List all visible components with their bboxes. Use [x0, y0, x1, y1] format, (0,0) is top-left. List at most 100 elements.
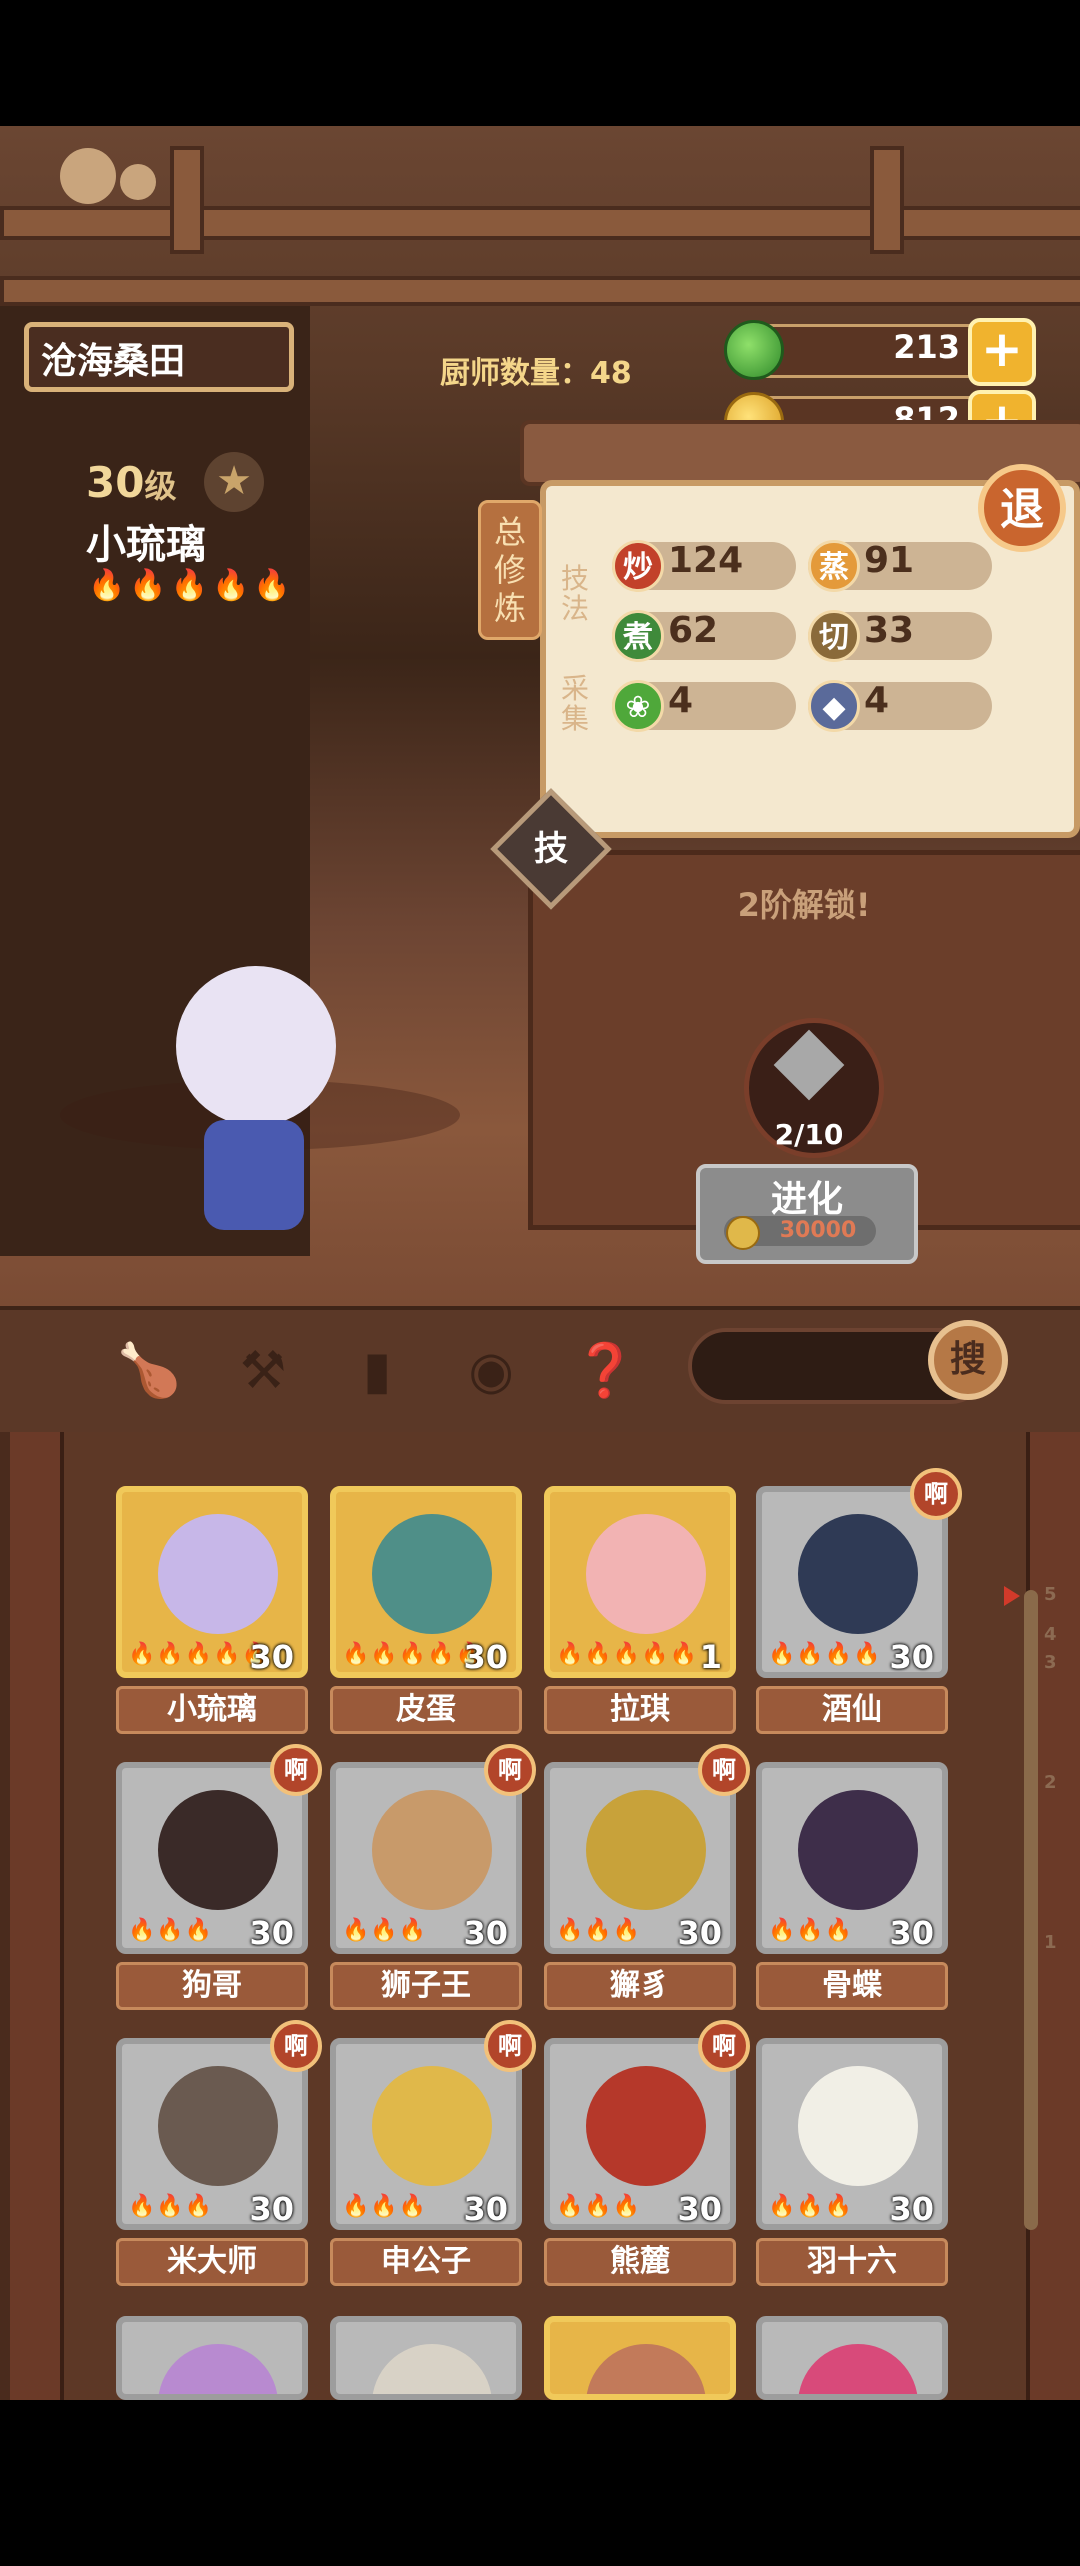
card-portrait-frame: 🔥🔥🔥 30 [756, 1762, 948, 1954]
card-portrait-frame: 🔥🔥🔥🔥🔥 1 [544, 1486, 736, 1678]
chef-card[interactable]: 🔥🔥🔥 30 米大师 啊 [116, 2020, 322, 2288]
meat-filter-icon[interactable]: 🍗 [114, 1336, 184, 1406]
card-level: 30 [463, 2190, 508, 2228]
card-portrait-frame: 🔥🔥🔥 30 [330, 1762, 522, 1954]
jar-filter-icon[interactable]: ▮ [342, 1336, 412, 1406]
card-flames: 🔥🔥🔥 [128, 1918, 214, 1943]
flame-rating: 🔥🔥🔥🔥🔥 [88, 568, 295, 603]
chef-portrait [372, 1514, 492, 1634]
card-name: 申公子 [330, 2238, 522, 2286]
card-badge: 啊 [910, 1468, 962, 1520]
chef-card-partial[interactable] [544, 2316, 736, 2566]
chef-card[interactable]: 🔥🔥🔥 30 熊麓 啊 [544, 2020, 750, 2288]
card-badge: 啊 [484, 1744, 536, 1796]
card-badge: 啊 [270, 2020, 322, 2072]
ruler-mark: 5 [1044, 1584, 1057, 1605]
card-flames: 🔥🔥🔥 [768, 1918, 854, 1943]
card-name: 骨蝶 [756, 1962, 948, 2010]
card-level: 30 [889, 1638, 934, 1676]
card-badge: 啊 [698, 2020, 750, 2072]
card-portrait-frame: 🔥🔥🔥 30 [116, 2038, 308, 2230]
card-flames: 🔥🔥🔥 [556, 1918, 642, 1943]
chef-card[interactable]: 🔥🔥🔥 30 骨蝶 [756, 1762, 948, 2012]
stir-fry-icon: 炒 [612, 540, 664, 592]
card-name: 酒仙 [756, 1686, 948, 1734]
chef-card[interactable]: 🔥🔥🔥 30 羽十六 [756, 2038, 948, 2288]
card-name: 狮子王 [330, 1962, 522, 2010]
card-badge: 啊 [484, 2020, 536, 2072]
steam-value: 91 [864, 540, 915, 581]
scroll-ruler[interactable] [1024, 1590, 1038, 2230]
chef-card[interactable]: 🔥🔥🔥🔥🔥 1 拉琪 [544, 1486, 736, 1736]
card-portrait-frame: 🔥🔥🔥 30 [544, 1762, 736, 1954]
chef-card[interactable]: 🔥🔥🔥 30 獬豸 啊 [544, 1744, 750, 2012]
card-flames: 🔥🔥🔥 [768, 2194, 854, 2219]
card-name: 拉琪 [544, 1686, 736, 1734]
card-level: 30 [677, 1914, 722, 1952]
cut-icon: 切 [808, 610, 860, 662]
unlock-text: 2阶解锁! [737, 886, 871, 924]
chef-portrait [158, 1790, 278, 1910]
add-jade-button[interactable]: + [968, 318, 1036, 386]
chef-card[interactable]: 🔥🔥🔥🔥🔥 30 皮蛋 [330, 1486, 522, 1736]
chef-card[interactable]: 🔥🔥🔥 30 狮子王 啊 [330, 1744, 536, 2012]
vegetable-icon: ❀ [612, 680, 664, 732]
card-flames: 🔥🔥🔥 [556, 2194, 642, 2219]
character-sprite[interactable] [176, 966, 336, 1126]
chef-card-partial[interactable] [756, 2316, 948, 2566]
boil-icon: 煮 [612, 610, 664, 662]
card-level: 30 [249, 1638, 294, 1676]
gather-section-label: 采集 [560, 672, 589, 735]
cut-value: 33 [864, 610, 915, 651]
stir-fry-value: 124 [668, 540, 744, 581]
exit-button[interactable]: 退 [978, 464, 1066, 552]
skill-section-label: 技法 [560, 562, 589, 625]
card-badge: 啊 [270, 1744, 322, 1796]
chef-card-partial[interactable] [116, 2316, 308, 2566]
card-portrait-frame: 🔥🔥🔥 30 [756, 2038, 948, 2230]
chef-count-label: 厨师数量： [440, 356, 590, 391]
card-name: 熊麓 [544, 2238, 736, 2286]
total-training-tag: 总修炼 [478, 500, 542, 640]
card-level: 30 [463, 1638, 508, 1676]
card-name: 皮蛋 [330, 1686, 522, 1734]
card-portrait-frame: 🔥🔥🔥 30 [116, 1762, 308, 1954]
ruler-pointer-icon [1004, 1586, 1020, 1606]
card-level: 30 [677, 2190, 722, 2228]
chef-portrait [158, 1514, 278, 1634]
character-level: 30级 [86, 458, 176, 507]
card-flames: 🔥🔥🔥🔥 [768, 1642, 882, 1667]
card-portrait-frame: 🔥🔥🔥 30 [544, 2038, 736, 2230]
card-name: 羽十六 [756, 2238, 948, 2286]
chef-card[interactable]: 🔥🔥🔥 30 狗哥 啊 [116, 1744, 322, 2012]
ruler-mark: 4 [1044, 1624, 1057, 1645]
chef-card[interactable]: 🔥🔥🔥🔥🔥 30 小琉璃 [116, 1486, 308, 1736]
chef-card[interactable]: 🔥🔥🔥🔥 30 酒仙 啊 [756, 1468, 962, 1736]
star-icon[interactable]: ★ [204, 452, 264, 512]
character-body [204, 1120, 304, 1230]
level-unit: 级 [144, 467, 177, 505]
evolve-cost: 30000 [779, 1218, 857, 1243]
chef-card[interactable]: 🔥🔥🔥 30 申公子 啊 [330, 2020, 536, 2288]
character-name: 小琉璃 [86, 522, 206, 568]
card-portrait-frame: 🔥🔥🔥🔥🔥 30 [330, 1486, 522, 1678]
card-name: 米大师 [116, 2238, 308, 2286]
card-flames: 🔥🔥🔥 [342, 1918, 428, 1943]
status-bar [0, 0, 1080, 126]
search-button[interactable]: 搜 [928, 1320, 1008, 1400]
book-filter-icon[interactable]: ❓ [570, 1336, 640, 1406]
card-flames: 🔥🔥🔥 [342, 2194, 428, 2219]
location-name[interactable]: 沧海桑田 [24, 322, 294, 392]
fish-icon: ◆ [808, 680, 860, 732]
jade-value: 213 [893, 328, 960, 366]
level-number: 30 [86, 458, 145, 507]
card-badge: 啊 [698, 1744, 750, 1796]
location-filter-icon[interactable]: ◉ [456, 1336, 526, 1406]
chef-card-partial[interactable] [330, 2316, 522, 2566]
chef-portrait [372, 2066, 492, 2186]
card-level: 30 [249, 2190, 294, 2228]
shovel-filter-icon[interactable]: ⚒ [228, 1336, 298, 1406]
card-level: 30 [889, 2190, 934, 2228]
ruler-mark: 3 [1044, 1652, 1057, 1673]
card-flames: 🔥🔥🔥 [128, 2194, 214, 2219]
